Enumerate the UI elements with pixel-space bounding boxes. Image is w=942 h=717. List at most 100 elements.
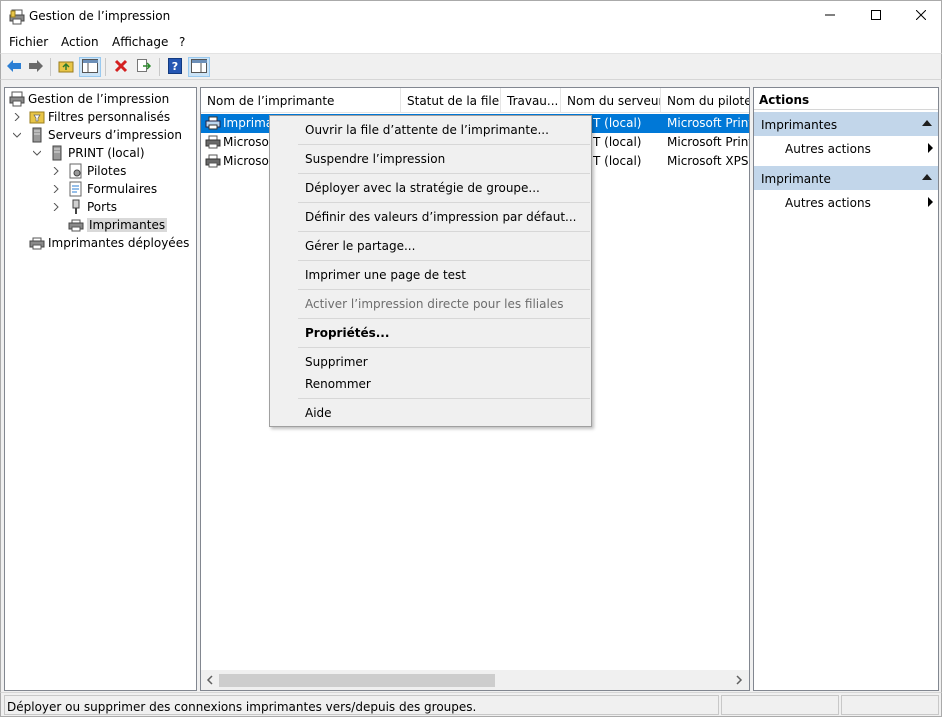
minimize-button[interactable] xyxy=(807,1,853,31)
menu-item-rename[interactable]: Renommer xyxy=(305,377,371,391)
toolbar-separator xyxy=(105,58,106,76)
menu-separator xyxy=(298,144,590,145)
status-panel xyxy=(841,695,939,715)
delete-button[interactable] xyxy=(110,57,132,77)
printer-name: Microsof xyxy=(223,154,271,168)
actions-section-printer[interactable]: Imprimante xyxy=(754,166,938,190)
printer-icon xyxy=(205,153,221,169)
collapse-icon[interactable] xyxy=(922,120,932,126)
horizontal-scrollbar[interactable] xyxy=(201,670,749,690)
tree-node-server-local[interactable]: PRINT (local) xyxy=(31,144,145,162)
help-button[interactable]: ? xyxy=(164,57,186,77)
actions-section-printers[interactable]: Imprimantes xyxy=(754,112,938,136)
menu-item-open-queue[interactable]: Ouvrir la file d’attente de l’imprimante… xyxy=(305,123,549,137)
scroll-left-icon[interactable] xyxy=(203,673,217,687)
actions-more-actions[interactable]: Autres actions xyxy=(754,137,938,159)
menu-separator xyxy=(298,398,590,399)
export-list-icon xyxy=(136,58,152,76)
menu-help[interactable]: ? xyxy=(179,35,185,49)
tree-node-printers[interactable]: Imprimantes xyxy=(68,216,168,234)
column-server-name[interactable]: Nom du serveur xyxy=(561,88,661,113)
export-list-button[interactable] xyxy=(133,57,155,77)
context-menu: Ouvrir la file d’attente de l’imprimante… xyxy=(269,115,592,427)
collapse-icon[interactable] xyxy=(922,174,932,180)
tree-label: Ports xyxy=(87,200,118,214)
close-button[interactable] xyxy=(898,1,942,31)
window-title: Gestion de l’impression xyxy=(29,9,171,23)
tree-node-print-servers[interactable]: Serveurs d’impression xyxy=(11,126,182,144)
menu-bar: Fichier Action Affichage ? xyxy=(0,31,942,53)
forward-button[interactable] xyxy=(25,57,47,77)
toolbar: ? xyxy=(0,53,942,80)
chevron-right-icon[interactable] xyxy=(50,183,62,195)
column-printer-name[interactable]: Nom de l’imprimante xyxy=(201,88,401,113)
column-jobs[interactable]: Travau... xyxy=(501,88,561,113)
status-panel xyxy=(721,695,839,715)
server-name: T (local) xyxy=(593,154,642,168)
menu-item-manage-sharing[interactable]: Gérer le partage... xyxy=(305,239,415,253)
form-icon xyxy=(68,181,84,197)
tree-label: Serveurs d’impression xyxy=(48,128,182,142)
server-name: T (local) xyxy=(593,116,642,130)
submenu-arrow-icon xyxy=(928,143,933,153)
tree-node-custom-filters[interactable]: Filtres personnalisés xyxy=(11,108,170,126)
maximize-button[interactable] xyxy=(853,1,899,31)
scrollbar-thumb[interactable] xyxy=(219,674,495,687)
printer-icon xyxy=(205,134,221,150)
show-hide-console-tree-icon xyxy=(82,58,98,76)
minimize-icon xyxy=(825,9,835,23)
delete-icon xyxy=(114,59,128,76)
help-icon: ? xyxy=(168,57,182,77)
back-arrow-icon xyxy=(6,59,22,76)
tree-node-ports[interactable]: Ports xyxy=(50,198,117,216)
chevron-down-icon[interactable] xyxy=(11,129,23,141)
list-header: Nom de l’imprimante Statut de la file...… xyxy=(201,88,749,113)
tree-node-deployed-printers[interactable]: Imprimantes déployées xyxy=(29,234,189,252)
tree-node-drivers[interactable]: Pilotes xyxy=(50,162,126,180)
menu-separator xyxy=(298,318,590,319)
driver-name: Microsoft Print xyxy=(667,135,749,149)
show-hide-action-pane-icon xyxy=(191,58,207,76)
submenu-arrow-icon xyxy=(928,197,933,207)
tree-node-root[interactable]: Gestion de l’impression xyxy=(9,90,169,108)
chevron-right-icon[interactable] xyxy=(11,111,23,123)
column-driver-name[interactable]: Nom du pilote xyxy=(661,88,749,113)
menu-separator xyxy=(298,260,590,261)
actions-more-actions[interactable]: Autres actions xyxy=(754,191,938,213)
menu-item-properties[interactable]: Propriétés... xyxy=(305,326,389,340)
menu-affichage[interactable]: Affichage xyxy=(112,35,168,49)
driver-name: Microsoft XPS D xyxy=(667,154,749,168)
show-hide-console-tree-button[interactable] xyxy=(79,57,101,77)
back-button[interactable] xyxy=(3,57,25,77)
menu-item-pause-printing[interactable]: Suspendre l’impression xyxy=(305,152,445,166)
chevron-down-icon[interactable] xyxy=(31,147,43,159)
up-one-level-button[interactable] xyxy=(55,57,77,77)
chevron-right-icon[interactable] xyxy=(50,165,62,177)
menu-item-deploy-gpo[interactable]: Déployer avec la stratégie de groupe... xyxy=(305,181,540,195)
menu-action[interactable]: Action xyxy=(61,35,99,49)
close-icon xyxy=(915,9,927,23)
tree-label: Imprimantes déployées xyxy=(48,236,190,250)
menu-item-set-defaults[interactable]: Définir des valeurs d’impression par déf… xyxy=(305,210,577,224)
menu-fichier[interactable]: Fichier xyxy=(9,35,48,49)
tree-label: Gestion de l’impression xyxy=(28,92,170,106)
filter-folder-icon xyxy=(29,109,45,125)
column-queue-status[interactable]: Statut de la file... xyxy=(401,88,501,113)
toolbar-separator xyxy=(50,58,51,76)
status-bar: Déployer ou supprimer des connexions imp… xyxy=(0,692,942,717)
menu-item-print-test-page[interactable]: Imprimer une page de test xyxy=(305,268,466,282)
tree-node-forms[interactable]: Formulaires xyxy=(50,180,157,198)
port-icon xyxy=(68,199,84,215)
scroll-right-icon[interactable] xyxy=(732,673,746,687)
menu-item-help[interactable]: Aide xyxy=(305,406,332,420)
show-hide-action-pane-button[interactable] xyxy=(188,57,210,77)
menu-separator xyxy=(298,231,590,232)
menu-item-delete[interactable]: Supprimer xyxy=(305,355,368,369)
chevron-right-icon[interactable] xyxy=(50,201,62,213)
toolbar-separator xyxy=(159,58,160,76)
tree-label: PRINT (local) xyxy=(68,146,145,160)
printer-name: Imprima xyxy=(223,116,271,130)
tree-label: Filtres personnalisés xyxy=(48,110,171,124)
svg-text:?: ? xyxy=(172,60,178,73)
print-management-icon xyxy=(9,91,25,107)
